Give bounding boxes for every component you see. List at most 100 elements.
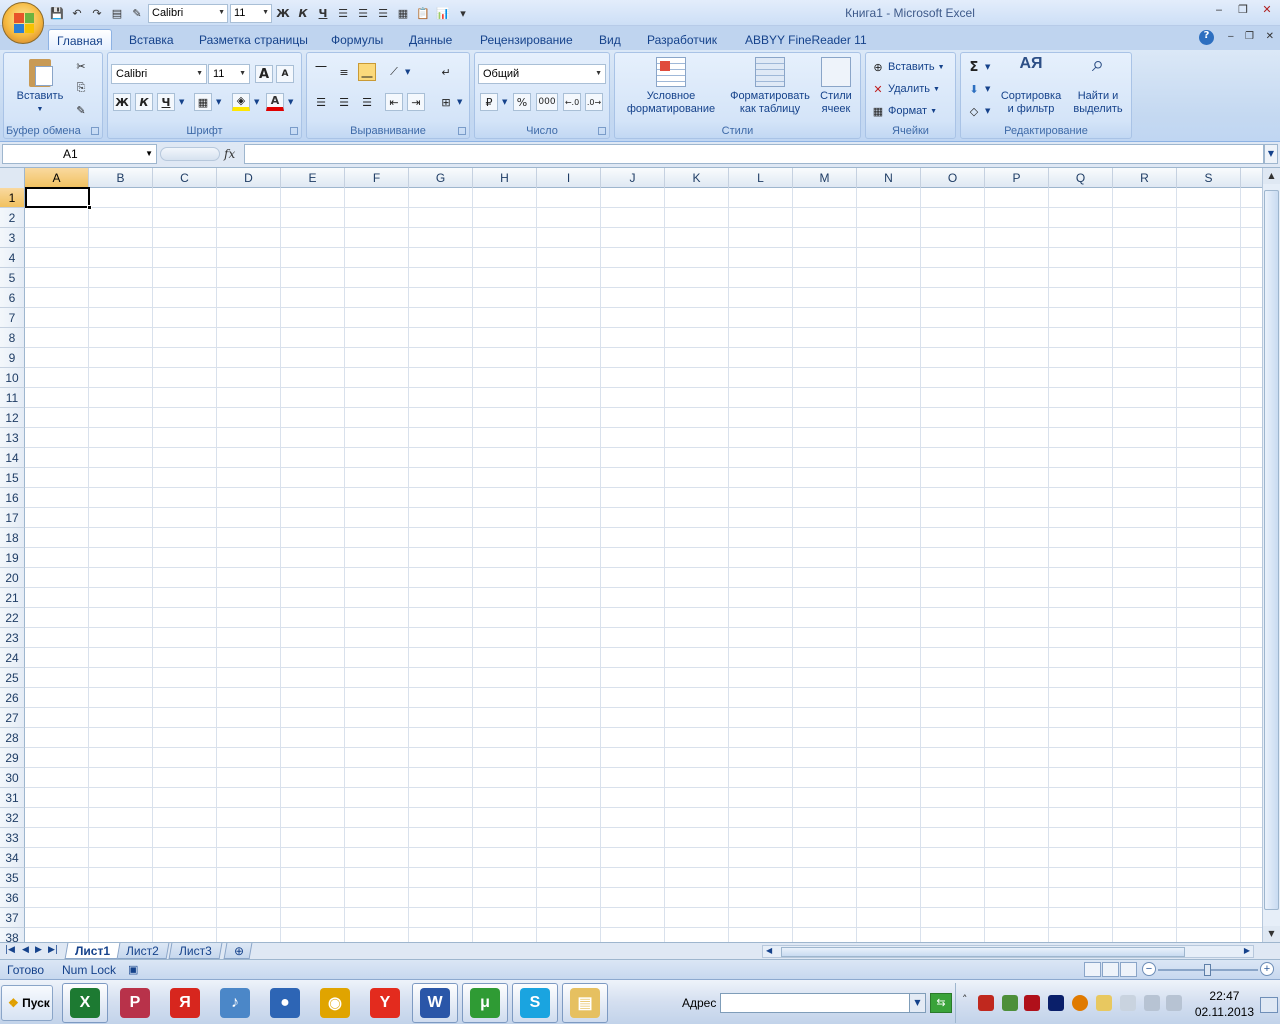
row-header-15[interactable]: 15 — [0, 468, 25, 488]
prev-sheet-icon[interactable]: ◀ — [22, 945, 29, 955]
tray-app-5-icon[interactable] — [1096, 995, 1112, 1011]
tray-app-1-icon[interactable] — [978, 995, 994, 1011]
sheet-tab-1[interactable]: Лист1 — [64, 943, 121, 959]
find-select-button[interactable]: ⌕ Найти и выделить — [1065, 53, 1131, 116]
tab-data[interactable]: Данные — [401, 29, 460, 50]
taskbar-app-pdf[interactable]: P — [112, 983, 158, 1023]
font-size-combo[interactable]: 11 ▼ — [208, 64, 250, 84]
clipboard-launcher-icon[interactable] — [91, 127, 99, 135]
taskbar-app-audio[interactable]: ♪ — [212, 983, 258, 1023]
taskbar-app-chrome[interactable]: ◉ — [312, 983, 358, 1023]
tab-view[interactable]: Вид — [591, 29, 629, 50]
format-as-table-button[interactable]: Форматировать как таблицу — [725, 57, 815, 116]
copy-icon[interactable]: ⎘ — [72, 79, 90, 97]
tab-abbyy[interactable]: ABBYY FineReader 11 — [737, 29, 875, 50]
column-header-g[interactable]: G — [409, 168, 473, 188]
sort-filter-button[interactable]: AЯ Сортировка и фильтр — [995, 56, 1067, 116]
worksheet-grid[interactable]: ABCDEFGHIJKLMNOPQRS 1 2 3 4 5 6 7 8 9 10 11 12 13 14 1… — [0, 168, 1262, 942]
currency-icon[interactable]: ₽ — [480, 93, 498, 111]
page-layout-view-icon[interactable] — [1102, 962, 1119, 977]
fill-dropdown-icon[interactable]: ▼ — [254, 98, 259, 106]
column-header-h[interactable]: H — [473, 168, 537, 188]
row-header-37[interactable]: 37 — [0, 908, 25, 928]
row-header-10[interactable]: 10 — [0, 368, 25, 388]
row-header-22[interactable]: 22 — [0, 608, 25, 628]
row-header-24[interactable]: 24 — [0, 648, 25, 668]
taskbar-app-excel[interactable]: X — [62, 983, 108, 1023]
row-header-17[interactable]: 17 — [0, 508, 25, 528]
restore-button[interactable]: ❐ — [1234, 3, 1252, 19]
orientation-icon[interactable]: ⟋ — [385, 63, 403, 81]
column-header-o[interactable]: O — [921, 168, 985, 188]
cell-styles-button[interactable]: Стили ячеек — [813, 57, 859, 116]
help-icon[interactable]: ? — [1199, 30, 1214, 45]
row-header-6[interactable]: 6 — [0, 288, 25, 308]
tray-expand-icon[interactable]: ˄ — [962, 993, 968, 1006]
row-header-26[interactable]: 26 — [0, 688, 25, 708]
clock[interactable]: 22:47 02.11.2013 — [1195, 988, 1254, 1020]
number-format-combo[interactable]: Общий ▼ — [478, 64, 606, 84]
expand-formula-bar-icon[interactable]: ▼ — [1264, 144, 1278, 164]
conditional-formatting-button[interactable]: Условное форматирование — [617, 57, 725, 116]
row-header-4[interactable]: 4 — [0, 248, 25, 268]
macro-record-icon[interactable]: ▣ — [128, 963, 138, 976]
row-header-9[interactable]: 9 — [0, 348, 25, 368]
scroll-left-icon[interactable]: ◀ — [766, 946, 772, 955]
fill-handle[interactable] — [87, 205, 92, 210]
tab-insert[interactable]: Вставка — [121, 29, 182, 50]
tray-app-4-icon[interactable] — [1072, 995, 1088, 1011]
address-go-button[interactable]: ⇆ — [930, 993, 952, 1013]
font-color-dropdown-icon[interactable]: ▼ — [288, 98, 293, 106]
align-right-icon[interactable]: ☰ — [358, 93, 376, 111]
fill-icon[interactable]: ⬇ — [965, 80, 983, 98]
row-header-13[interactable]: 13 — [0, 428, 25, 448]
vertical-scroll-thumb[interactable] — [1264, 190, 1279, 910]
column-header-q[interactable]: Q — [1049, 168, 1113, 188]
insert-sheet-button[interactable]: ⊕ — [223, 943, 253, 959]
zoom-slider-knob[interactable] — [1204, 964, 1211, 976]
column-header-l[interactable]: L — [729, 168, 793, 188]
underline-button[interactable]: Ч — [157, 93, 175, 111]
taskbar-app-yandex[interactable]: Я — [162, 983, 208, 1023]
borders-dropdown-icon[interactable]: ▼ — [216, 98, 221, 106]
taskbar-app-word[interactable]: W — [412, 983, 458, 1023]
row-header-2[interactable]: 2 — [0, 208, 25, 228]
clear-icon[interactable]: ◇ — [965, 102, 983, 120]
shrink-font-button[interactable]: A — [276, 65, 294, 83]
borders-icon[interactable]: ▦ — [194, 93, 212, 111]
start-button[interactable]: ❖ Пуск — [1, 985, 53, 1021]
tab-home[interactable]: Главная — [48, 29, 112, 50]
align-center-icon[interactable]: ☰ — [335, 93, 353, 111]
number-launcher-icon[interactable] — [598, 127, 606, 135]
scroll-up-icon[interactable]: ▲ — [1263, 168, 1280, 184]
autosum-dropdown-icon[interactable]: ▼ — [985, 63, 990, 71]
normal-view-icon[interactable] — [1084, 962, 1101, 977]
align-left-icon[interactable]: ☰ — [312, 93, 330, 111]
insert-cells-button[interactable]: ⊕ Вставить ▼ — [871, 58, 944, 76]
doc-minimize-button[interactable]: ‒ — [1228, 31, 1234, 42]
align-top-icon[interactable]: ⎺ — [312, 63, 330, 81]
column-header-s[interactable]: S — [1177, 168, 1241, 188]
row-header-12[interactable]: 12 — [0, 408, 25, 428]
row-header-29[interactable]: 29 — [0, 748, 25, 768]
row-header-8[interactable]: 8 — [0, 328, 25, 348]
font-color-icon[interactable]: A — [266, 93, 284, 111]
merge-center-icon[interactable]: ⊞ — [437, 93, 455, 111]
column-header-n[interactable]: N — [857, 168, 921, 188]
paste-button[interactable]: Вставить ▼ — [10, 57, 70, 116]
row-header-1[interactable]: 1 — [0, 188, 25, 208]
row-header-14[interactable]: 14 — [0, 448, 25, 468]
increase-decimal-icon[interactable]: ←.0 — [563, 93, 581, 111]
row-header-35[interactable]: 35 — [0, 868, 25, 888]
taskbar-app-explorer[interactable]: ▤ — [562, 983, 608, 1023]
row-header-23[interactable]: 23 — [0, 628, 25, 648]
decrease-indent-icon[interactable]: ⇤ — [385, 93, 403, 111]
tab-formulas[interactable]: Формулы — [323, 29, 391, 50]
taskbar-app-utorrent[interactable]: μ — [462, 983, 508, 1023]
tab-review[interactable]: Рецензирование — [472, 29, 581, 50]
action-center-flag-icon[interactable] — [1120, 995, 1136, 1011]
row-header-38[interactable]: 38 — [0, 928, 25, 942]
delete-cells-button[interactable]: ✕ Удалить ▼ — [871, 80, 940, 98]
vertical-scrollbar[interactable]: ▲ ▼ — [1262, 168, 1280, 942]
format-cells-button[interactable]: ▦ Формат ▼ — [871, 102, 937, 120]
